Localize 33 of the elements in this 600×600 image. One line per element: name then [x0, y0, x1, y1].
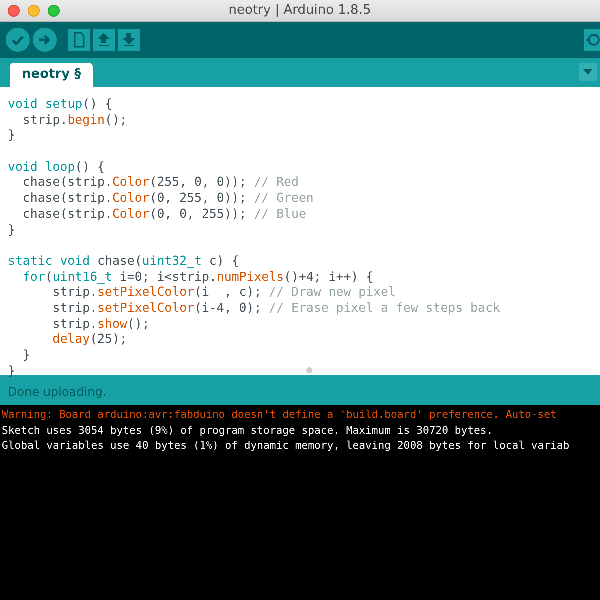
console-warning: Warning: Board arduino:avr:fabduino doesn't define a 'build.board' preference. Auto-set — [2, 409, 557, 421]
code-line: } — [8, 127, 16, 142]
code-line: } — [8, 222, 16, 236]
resize-handle-icon[interactable] — [306, 367, 313, 374]
console-line: Global variables use 40 bytes (1%) of dynamic memory, leaving 2008 bytes for local variab — [2, 440, 570, 452]
open-button[interactable] — [93, 29, 115, 51]
console-line: Sketch uses 3054 bytes (9%) of program storage space. Maximum is 30720 bytes. — [2, 424, 494, 436]
code-line: strip.begin(); — [22, 112, 128, 127]
tab-menu-button[interactable] — [579, 63, 597, 81]
code-line: delay(25); — [52, 331, 128, 346]
code-line: strip.setPixelColor(i , c); // Draw new pixel — [52, 284, 396, 300]
code-line: } — [22, 347, 30, 362]
close-button[interactable] — [8, 5, 20, 17]
code-line: strip.show(); — [52, 316, 150, 331]
code-line: chase(strip.Color(0, 255, 0)); // Green — [22, 190, 314, 206]
file-tab[interactable]: neotry § — [10, 63, 94, 87]
minimize-button[interactable] — [28, 5, 40, 17]
serial-monitor-button[interactable] — [584, 29, 600, 51]
save-button[interactable] — [118, 29, 140, 51]
verify-button[interactable] — [6, 28, 30, 52]
code-line: strip.setPixelColor(i-4, 0); // Erase pixel a few steps back — [52, 300, 500, 315]
code-line: } — [8, 362, 16, 378]
new-file-button[interactable] — [68, 29, 90, 51]
code-line: for(uint16_t i=0; i<strip.numPixels()+4; i++) { — [22, 268, 374, 284]
code-line: void setup() { — [8, 96, 112, 111]
code-line: void loop() { — [8, 158, 105, 174]
zoom-button[interactable] — [48, 5, 60, 17]
status-message: Done uploading. — [8, 385, 107, 399]
code-line: static void chase(uint32_t c) { — [8, 252, 240, 268]
upload-button[interactable] — [33, 28, 57, 52]
window-title: neotry | Arduino 1.8.5 — [228, 2, 372, 20]
code-line: chase(strip.Color(0, 0, 255)); // Blue — [22, 206, 306, 221]
code-line: chase(strip.Color(255, 0, 0)); // Red — [22, 174, 299, 190]
